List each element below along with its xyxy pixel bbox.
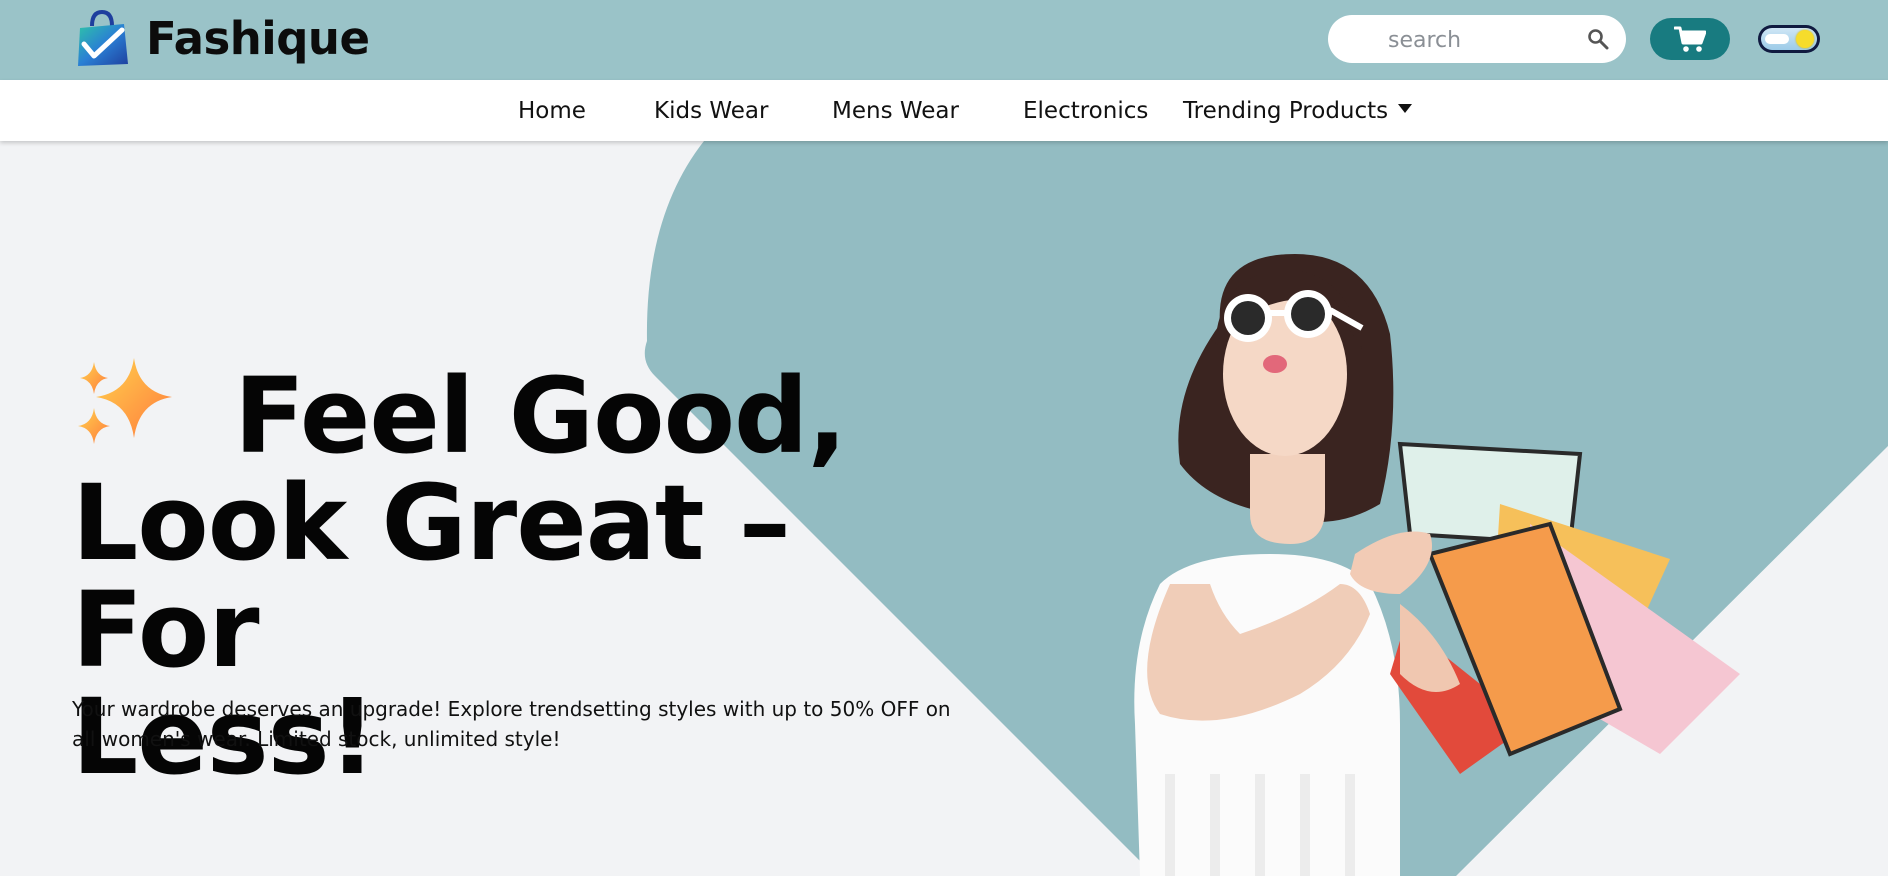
shopping-cart-icon — [1674, 26, 1706, 52]
brand-name: Fashique — [146, 11, 370, 65]
nav-item-electronics[interactable]: Electronics — [1023, 80, 1148, 141]
search-input[interactable] — [1386, 25, 1570, 55]
caret-down-icon — [1398, 104, 1413, 113]
nav-item-home[interactable]: Home — [518, 80, 586, 141]
headline-line-2: Look Great – For — [72, 462, 791, 691]
top-header: Fashique — [0, 0, 1888, 80]
hero-model-image — [1134, 254, 1740, 876]
brand-logo[interactable]: Fashique — [72, 8, 370, 68]
main-navigation: Home Kids Wear Mens Wear Electronics Tre… — [0, 80, 1888, 141]
hero-subtext: Your wardrobe deserves an upgrade! Explo… — [72, 697, 951, 751]
search-icon[interactable] — [1587, 28, 1609, 50]
search-box — [1328, 15, 1626, 63]
cart-button[interactable] — [1650, 18, 1730, 60]
sun-cloud-toggle-icon — [1761, 28, 1817, 50]
theme-toggle[interactable] — [1758, 25, 1820, 53]
shopping-bag-check-icon — [78, 9, 128, 66]
nav-item-kids-wear[interactable]: Kids Wear — [654, 80, 768, 141]
nav-item-trending-products[interactable]: Trending Products — [1183, 80, 1413, 141]
sparkles-icon — [78, 358, 172, 444]
nav-item-mens-wear[interactable]: Mens Wear — [832, 80, 959, 141]
headline-line-1: Feel Good, — [234, 355, 847, 477]
trending-products-label: Trending Products — [1183, 98, 1389, 124]
